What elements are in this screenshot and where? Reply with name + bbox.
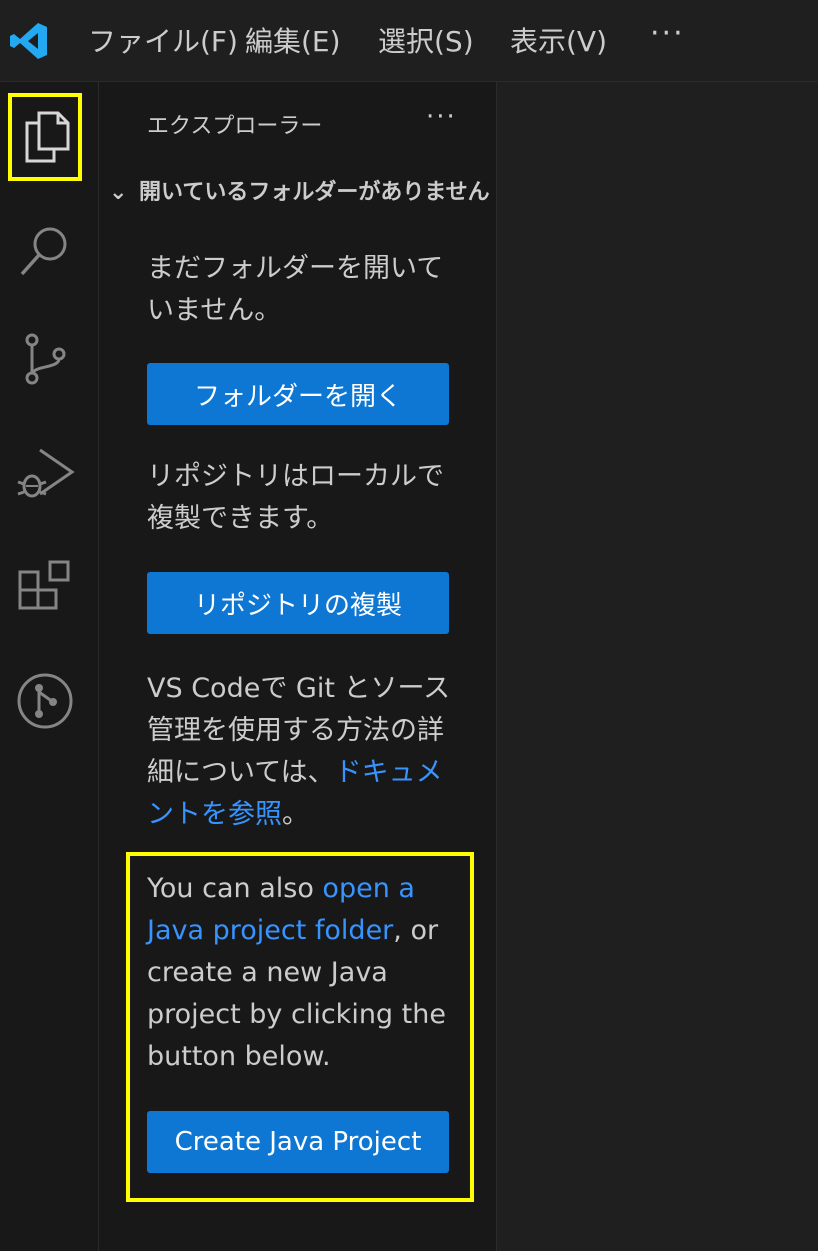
explorer-icon[interactable]: [14, 105, 76, 167]
run-debug-icon[interactable]: [14, 442, 76, 504]
more-actions-icon[interactable]: ···: [426, 102, 457, 132]
menu-file[interactable]: ファイル(F): [88, 22, 238, 62]
create-java-project-button[interactable]: Create Java Project: [147, 1111, 449, 1173]
menu-edit[interactable]: 編集(E): [245, 22, 341, 62]
git-docs-text-after: 。: [282, 799, 309, 830]
open-folder-button[interactable]: フォルダーを開く: [147, 363, 449, 425]
title-bar: ファイル(F) 編集(E) 選択(S) 表示(V) ···: [0, 0, 818, 82]
menu-selection[interactable]: 選択(S): [378, 22, 474, 62]
section-header-no-folder[interactable]: ⌄ 開いているフォルダーがありません: [109, 174, 490, 210]
explorer-sidebar: エクスプローラー ··· ⌄ 開いているフォルダーがありません まだフォルダーを開…: [99, 82, 497, 1251]
sidebar-title: エクスプローラー: [147, 114, 323, 139]
section-title: 開いているフォルダーがありません: [139, 180, 490, 205]
git-graph-icon[interactable]: [14, 670, 76, 732]
vscode-logo-icon: [8, 20, 50, 62]
no-folder-text: まだフォルダーを開いていません。: [147, 253, 444, 326]
clone-text: リポジトリはローカルで複製できます。: [147, 461, 444, 534]
clone-repository-button[interactable]: リポジトリの複製: [147, 572, 449, 634]
git-docs-text: VS Codeで Git とソース管理を使用する方法の詳細については、ドキュメン…: [147, 668, 457, 836]
java-project-text: You can also open a Java project folder,…: [147, 868, 457, 1078]
menu-view[interactable]: 表示(V): [510, 22, 607, 62]
activity-bar: [0, 82, 99, 1251]
editor-area: [497, 82, 818, 1251]
menu-more-icon[interactable]: ···: [650, 16, 685, 51]
chevron-down-icon: ⌄: [109, 180, 128, 205]
source-control-icon[interactable]: [14, 328, 76, 390]
extensions-icon[interactable]: [14, 556, 76, 618]
java-text-part1: You can also: [147, 873, 323, 904]
search-icon[interactable]: [14, 220, 76, 282]
